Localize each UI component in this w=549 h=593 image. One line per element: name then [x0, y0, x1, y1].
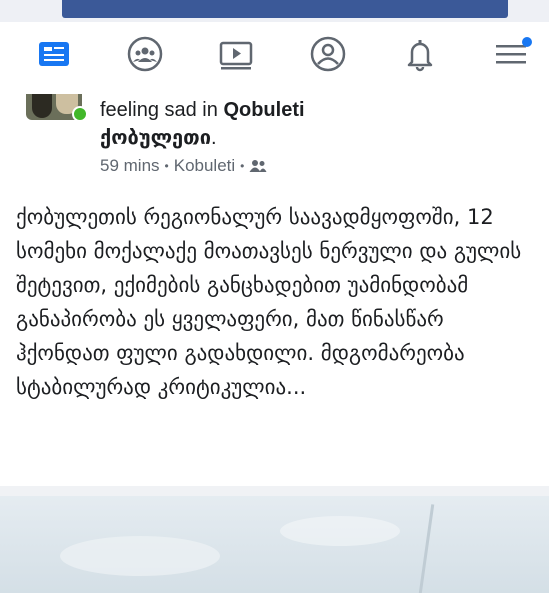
groups-icon[interactable] — [123, 32, 167, 76]
place-local-name[interactable]: ქობულეთი — [100, 127, 211, 149]
watch-icon[interactable] — [214, 32, 258, 76]
notifications-icon[interactable] — [398, 32, 442, 76]
post-meta: 59 mins • Kobuleti • — [100, 156, 267, 176]
online-status-icon — [72, 106, 88, 122]
feeling-text: feeling sad in — [100, 99, 218, 121]
menu-icon[interactable] — [490, 32, 534, 76]
post-time[interactable]: 59 mins — [100, 156, 160, 176]
friends-icon — [249, 160, 267, 172]
post-card: feeling sad in Qobuleti ქობულეთი. 59 min… — [0, 92, 549, 504]
profile-icon[interactable] — [306, 32, 350, 76]
feed-divider — [0, 486, 549, 496]
post-body: ქობულეთის რეგიონალურ საავადმყოფოში, 12 ს… — [16, 205, 522, 399]
navigation-bar — [0, 22, 549, 93]
post-location[interactable]: Kobuleti — [174, 156, 235, 176]
menu-badge-icon — [522, 37, 532, 47]
post-image[interactable] — [0, 496, 549, 593]
place-link[interactable]: Qobuleti — [223, 99, 304, 121]
news-feed-icon[interactable] — [32, 32, 76, 76]
post-header: feeling sad in Qobuleti ქობულეთი. — [100, 99, 305, 149]
top-bar — [62, 0, 508, 18]
status-strip — [0, 0, 549, 22]
